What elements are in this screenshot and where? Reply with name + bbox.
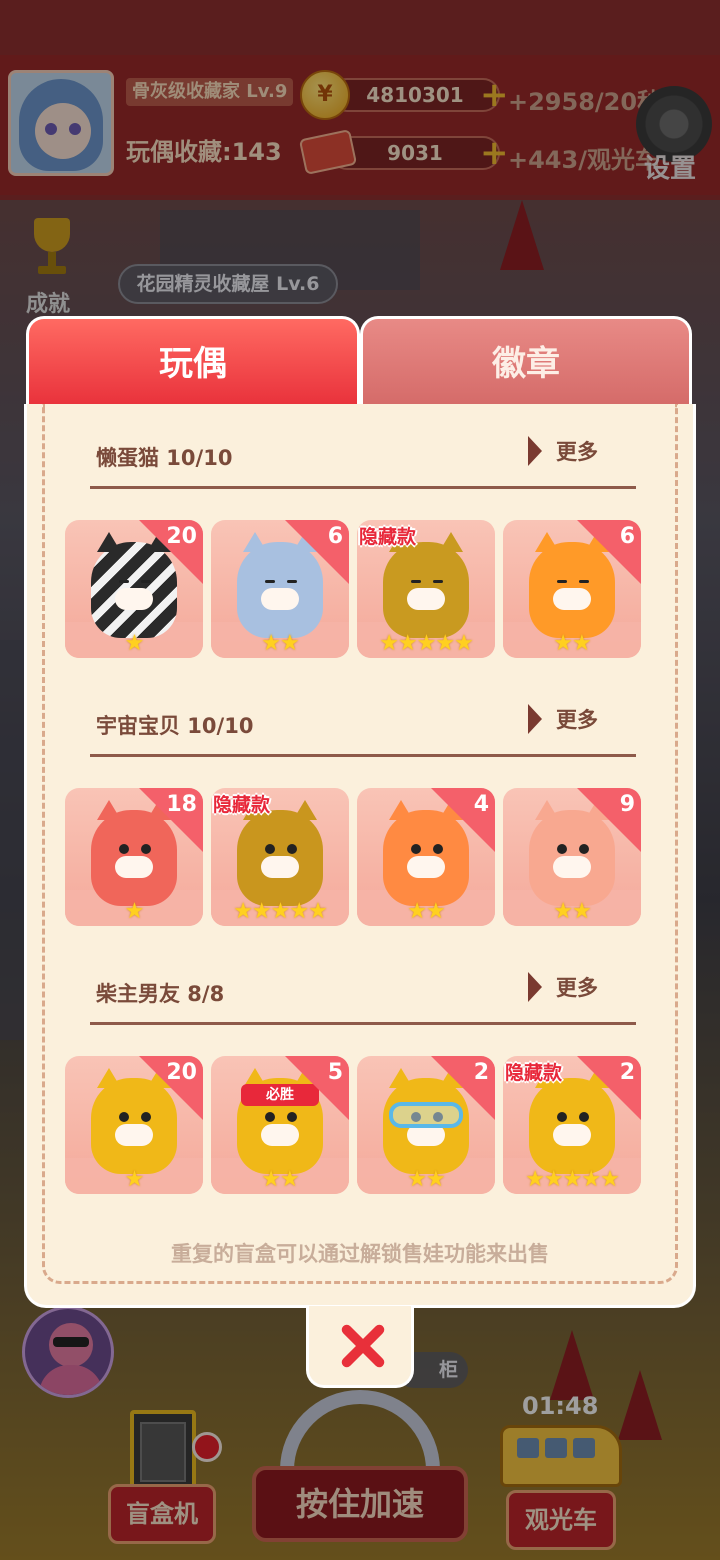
duplicate-count: 9 xyxy=(619,792,635,817)
divider xyxy=(90,754,636,757)
eye xyxy=(557,1112,567,1122)
more-button[interactable]: 更多 xyxy=(528,970,598,1004)
doll-card-shiba-winking[interactable]: 20 ★ xyxy=(65,1056,203,1194)
footer-note: 重复的盲盒可以通过解锁售娃功能来出售 xyxy=(171,1242,549,1266)
eye xyxy=(265,580,275,583)
muzzle xyxy=(407,588,445,610)
play-arrow-icon xyxy=(528,436,542,466)
eye xyxy=(119,580,129,583)
ear xyxy=(389,800,413,820)
ear xyxy=(389,1068,413,1088)
muzzle xyxy=(261,1124,299,1146)
hidden-edition-tag: 隐藏款 xyxy=(359,526,417,548)
muzzle xyxy=(261,588,299,610)
muzzle xyxy=(553,1124,591,1146)
ear xyxy=(97,532,121,552)
doll-card-shiba-classic[interactable]: 2 隐藏款 ★★★★★ xyxy=(503,1056,641,1194)
divider xyxy=(90,486,636,489)
more-label: 更多 xyxy=(556,976,598,1000)
eye xyxy=(557,580,567,583)
close-icon xyxy=(339,1322,387,1370)
series-title: 宇宙宝贝 10/10 xyxy=(96,714,254,738)
ear xyxy=(97,800,121,820)
rarity-stars: ★★ xyxy=(553,631,591,656)
doll-card-baby-orange[interactable]: 4 ★★ xyxy=(357,788,495,926)
muzzle xyxy=(553,856,591,878)
doll-card-cat-gold[interactable]: 隐藏款 ★★★★★ xyxy=(357,520,495,658)
more-label: 更多 xyxy=(556,708,598,732)
eye xyxy=(287,844,297,854)
rarity-stars: ★★ xyxy=(407,899,445,924)
series-title: 懒蛋猫 10/10 xyxy=(96,446,233,470)
muzzle xyxy=(261,856,299,878)
doll-card-cat-blue[interactable]: 6 ★★ xyxy=(211,520,349,658)
duplicate-count: 6 xyxy=(619,524,635,549)
muzzle xyxy=(407,856,445,878)
hidden-edition-tag: 隐藏款 xyxy=(505,1062,563,1084)
eye xyxy=(119,844,129,854)
more-button[interactable]: 更多 xyxy=(528,702,598,736)
ear xyxy=(535,532,559,552)
duplicate-count: 20 xyxy=(166,1060,197,1085)
rarity-stars: ★★ xyxy=(261,1167,299,1192)
rarity-stars: ★★ xyxy=(553,899,591,924)
eye xyxy=(119,1112,129,1122)
more-button[interactable]: 更多 xyxy=(528,434,598,468)
eye xyxy=(433,580,443,583)
eye xyxy=(265,1112,275,1122)
play-arrow-icon xyxy=(528,704,542,734)
doll-card-shiba-snorkel[interactable]: 2 ★★ xyxy=(357,1056,495,1194)
duplicate-count: 4 xyxy=(473,792,489,817)
rarity-stars: ★★★★★ xyxy=(379,631,474,656)
muzzle xyxy=(115,588,153,610)
muzzle xyxy=(115,1124,153,1146)
ear xyxy=(97,1068,121,1088)
ear xyxy=(293,800,317,820)
duplicate-count: 18 xyxy=(166,792,197,817)
rarity-stars: ★★★★★ xyxy=(525,1167,620,1192)
ear xyxy=(243,532,267,552)
doll-card-baby-red[interactable]: 18 ★ xyxy=(65,788,203,926)
doll-card-baby-gold[interactable]: 隐藏款 ★★★★★ xyxy=(211,788,349,926)
eye xyxy=(411,844,421,854)
rarity-stars: ★★★★★ xyxy=(233,899,328,924)
duplicate-count: 5 xyxy=(327,1060,343,1085)
rarity-stars: ★ xyxy=(124,1167,145,1192)
eye xyxy=(411,580,421,583)
rarity-stars: ★★ xyxy=(407,1167,445,1192)
rarity-stars: ★ xyxy=(124,631,145,656)
ear xyxy=(535,800,559,820)
doll-card-baby-peach[interactable]: 9 ★★ xyxy=(503,788,641,926)
muzzle xyxy=(553,588,591,610)
divider xyxy=(90,1022,636,1025)
series-title: 柴主男友 8/8 xyxy=(96,982,225,1006)
eye xyxy=(557,844,567,854)
tab-dolls[interactable]: 玩偶 xyxy=(26,316,360,408)
doll-card-cat-black-white[interactable]: 20 ★ xyxy=(65,520,203,658)
duplicate-count: 6 xyxy=(327,524,343,549)
tab-badges[interactable]: 徽章 xyxy=(360,316,692,408)
duplicate-count: 2 xyxy=(619,1060,635,1085)
rarity-stars: ★ xyxy=(124,899,145,924)
doll-card-cat-orange[interactable]: 6 ★★ xyxy=(503,520,641,658)
more-label: 更多 xyxy=(556,440,598,464)
cat-gold-figure-icon xyxy=(383,532,469,638)
close-button[interactable] xyxy=(306,1306,414,1388)
duplicate-count: 20 xyxy=(166,524,197,549)
muzzle xyxy=(115,856,153,878)
eye xyxy=(265,844,275,854)
rarity-stars: ★★ xyxy=(261,631,299,656)
doll-card-shiba-headband[interactable]: 必胜 5 ★★ xyxy=(211,1056,349,1194)
play-arrow-icon xyxy=(528,972,542,1002)
ear xyxy=(439,532,463,552)
baby-gold-figure-icon xyxy=(237,800,323,906)
hidden-edition-tag: 隐藏款 xyxy=(213,794,271,816)
duplicate-count: 2 xyxy=(473,1060,489,1085)
